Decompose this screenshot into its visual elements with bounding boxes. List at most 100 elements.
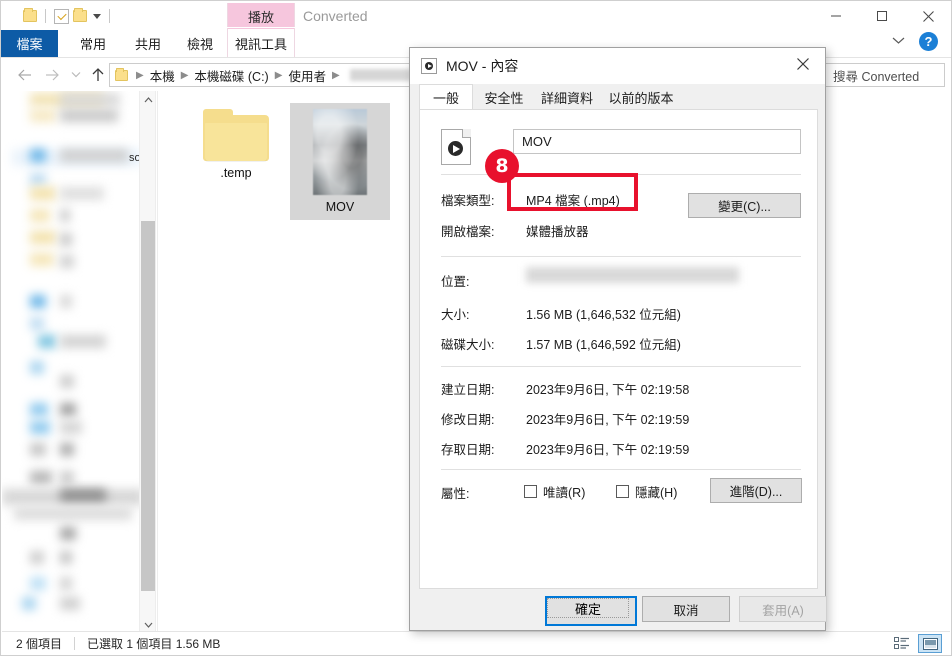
folder-icon xyxy=(203,109,269,161)
dialog-tab-general[interactable]: 一般 xyxy=(419,84,473,110)
video-file-icon xyxy=(421,58,437,74)
dialog-tab-details[interactable]: 詳細資料 xyxy=(534,84,600,110)
up-arrow-icon[interactable] xyxy=(86,63,109,86)
filename-value: MOV xyxy=(522,134,552,149)
change-button[interactable]: 變更(C)... xyxy=(688,193,801,218)
search-placeholder: 搜尋 Converted xyxy=(833,69,920,84)
dialog-tab-security[interactable]: 安全性 xyxy=(475,84,533,110)
help-button[interactable]: ? xyxy=(919,32,938,51)
title-bar: 播放 Converted xyxy=(1,1,951,31)
modified-value: 2023年9月6日, 下午 02:19:59 xyxy=(526,413,690,427)
tab-video-tools[interactable]: 視訊工具 xyxy=(228,30,294,57)
divider xyxy=(74,636,76,650)
advanced-button-label: 進階(D)... xyxy=(729,485,783,499)
breadcrumb-item-1[interactable]: 本機磁碟 (C:) xyxy=(194,66,268,85)
file-type-label: 檔案類型: xyxy=(441,194,495,208)
explorer-window: 播放 Converted 檔案 常用 共用 檢視 視訊工具 ? ▶ 本機 ▶ 本… xyxy=(0,0,952,656)
navigation-pane-scrollbar[interactable] xyxy=(139,91,156,633)
size-value: 1.56 MB (1,646,532 位元組) xyxy=(526,308,681,322)
file-item-mov-label: MOV xyxy=(325,200,355,214)
size-label: 大小: xyxy=(441,308,470,322)
readonly-label: 唯讀(R) xyxy=(543,486,586,500)
recent-locations-chevron-icon[interactable] xyxy=(64,63,87,86)
close-icon[interactable] xyxy=(905,1,951,31)
annotation-highlight-rectangle xyxy=(507,173,638,211)
properties-dialog: MOV - 內容 一般 安全性 詳細資料 以前的版本 MOV 檔案類型: MP4… xyxy=(409,47,827,631)
filename-input[interactable]: MOV xyxy=(513,129,801,154)
navigation-pane-truncated-text: so xyxy=(129,152,139,164)
annotation-step-badge: 8 xyxy=(485,149,519,183)
folder-item-temp[interactable]: .temp xyxy=(186,105,286,180)
minimize-icon[interactable] xyxy=(813,1,859,31)
hidden-checkbox[interactable] xyxy=(616,485,629,498)
properties-check-icon[interactable] xyxy=(54,8,69,24)
readonly-checkbox[interactable] xyxy=(524,485,537,498)
advanced-button[interactable]: 進階(D)... xyxy=(710,478,802,503)
contextual-tab-playback[interactable]: 播放 xyxy=(227,3,295,29)
folder-item-temp-label: .temp xyxy=(220,166,252,180)
contextual-tab-label: 播放 xyxy=(247,9,274,25)
location-value-redacted xyxy=(526,267,739,283)
item-count-label: 2 個項目 xyxy=(16,636,63,651)
back-arrow-icon[interactable] xyxy=(13,63,36,86)
readonly-checkbox-row[interactable]: 唯讀(R) xyxy=(524,482,585,501)
folder-icon[interactable] xyxy=(23,8,37,22)
status-bar: 2 個項目 已選取 1 個項目 1.56 MB xyxy=(2,631,950,654)
change-button-label: 變更(C)... xyxy=(718,200,771,214)
cancel-button-label: 取消 xyxy=(673,603,699,618)
tab-file[interactable]: 檔案 xyxy=(1,30,58,57)
hidden-checkbox-row[interactable]: 隱藏(H) xyxy=(616,482,677,501)
accessed-value: 2023年9月6日, 下午 02:19:59 xyxy=(526,443,690,457)
ok-button[interactable]: 確定 xyxy=(545,596,637,626)
dialog-title: MOV - 內容 xyxy=(446,58,519,74)
dialog-tab-general-label: 一般 xyxy=(432,90,459,106)
forward-arrow-icon[interactable] xyxy=(40,63,63,86)
modified-label: 修改日期: xyxy=(441,413,495,427)
tab-home-label: 常用 xyxy=(79,37,106,52)
tab-file-label: 檔案 xyxy=(16,37,43,52)
annotation-step-number: 8 xyxy=(495,155,509,177)
window-controls xyxy=(813,1,951,31)
video-file-icon xyxy=(441,129,471,165)
accessed-label: 存取日期: xyxy=(441,443,495,457)
contextual-tab-underline xyxy=(227,27,295,28)
opens-with-value: 媒體播放器 xyxy=(526,225,589,239)
attributes-label: 屬性: xyxy=(441,487,470,501)
tab-share[interactable]: 共用 xyxy=(124,30,172,57)
dialog-tab-previous-versions[interactable]: 以前的版本 xyxy=(601,84,681,110)
dialog-tab-security-label: 安全性 xyxy=(484,90,524,106)
breadcrumb-item-2[interactable]: 使用者 xyxy=(288,66,326,85)
created-value: 2023年9月6日, 下午 02:19:58 xyxy=(526,383,690,397)
breadcrumb-item-0[interactable]: 本機 xyxy=(150,66,175,85)
chevron-down-icon[interactable] xyxy=(892,33,905,48)
file-item-mov[interactable]: MOV xyxy=(290,103,390,220)
created-label: 建立日期: xyxy=(441,383,495,397)
folder-icon xyxy=(115,67,128,81)
breadcrumb-separator: ▶ xyxy=(180,69,189,81)
dialog-tab-details-label: 詳細資料 xyxy=(540,90,593,106)
opens-with-label: 開啟檔案: xyxy=(441,225,495,239)
size-on-disk-label: 磁碟大小: xyxy=(441,338,495,352)
navigation-pane[interactable]: so xyxy=(2,91,139,633)
tab-share-label: 共用 xyxy=(134,37,161,52)
close-icon[interactable] xyxy=(781,48,825,80)
scroll-up-icon[interactable] xyxy=(140,91,156,108)
breadcrumb-separator: ▶ xyxy=(136,69,144,81)
tab-video-tools-label: 視訊工具 xyxy=(234,37,287,52)
tab-view[interactable]: 檢視 xyxy=(176,30,224,57)
cancel-button[interactable]: 取消 xyxy=(642,596,730,622)
selection-info-label: 已選取 1 個項目 1.56 MB xyxy=(87,636,221,651)
details-view-button[interactable] xyxy=(890,634,914,653)
video-thumbnail xyxy=(313,109,367,195)
breadcrumb-item-3-redacted[interactable] xyxy=(349,69,412,81)
maximize-icon[interactable] xyxy=(859,1,905,31)
large-icons-view-button[interactable] xyxy=(918,634,942,653)
help-label: ? xyxy=(924,34,933,49)
new-folder-icon[interactable] xyxy=(73,8,87,22)
search-input[interactable]: 搜尋 Converted xyxy=(825,63,945,87)
dialog-tab-strip: 一般 安全性 詳細資料 以前的版本 xyxy=(410,84,825,110)
scrollbar-thumb[interactable] xyxy=(141,221,155,591)
hidden-label: 隱藏(H) xyxy=(635,486,678,500)
tab-home[interactable]: 常用 xyxy=(65,30,121,57)
customize-caret-icon[interactable] xyxy=(93,13,101,19)
